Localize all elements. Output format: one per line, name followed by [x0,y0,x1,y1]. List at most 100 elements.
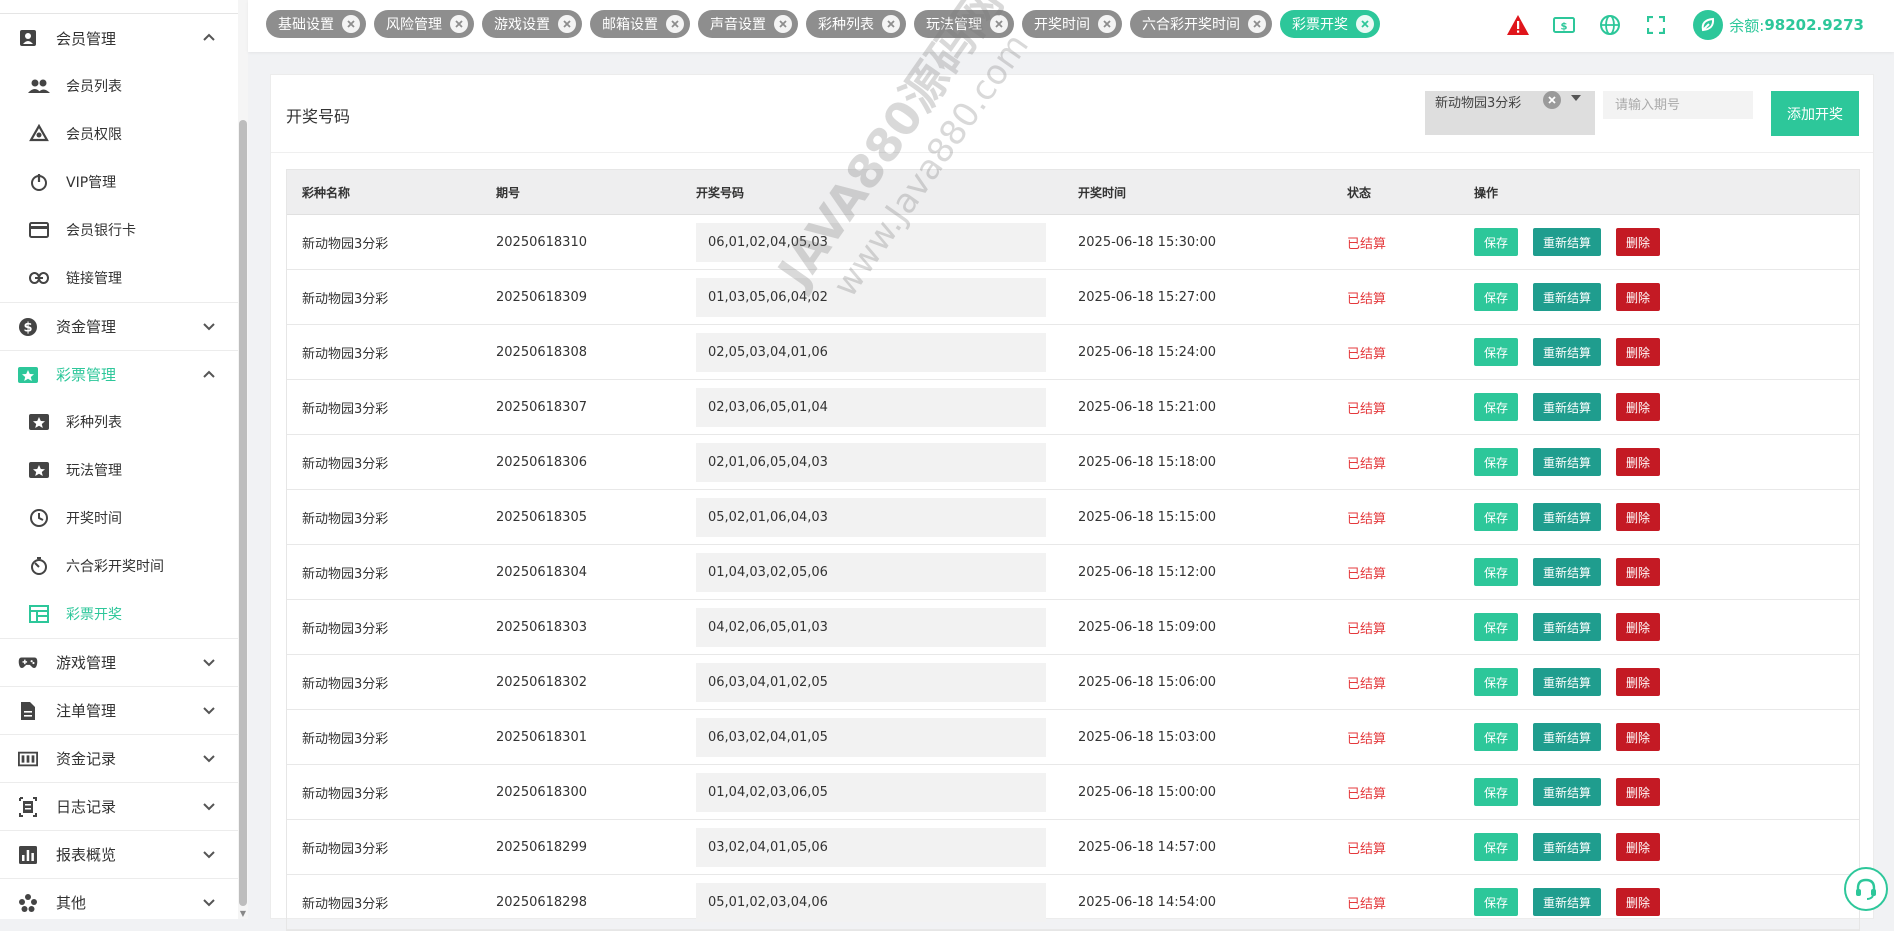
save-button[interactable]: 保存 [1474,723,1518,751]
save-button[interactable]: 保存 [1474,558,1518,586]
close-icon[interactable] [342,15,360,33]
save-button[interactable]: 保存 [1474,668,1518,696]
save-button[interactable]: 保存 [1474,503,1518,531]
tab-basic-settings[interactable]: 基础设置 [266,10,366,38]
delete-button[interactable]: 删除 [1616,778,1660,806]
delete-button[interactable]: 删除 [1616,833,1660,861]
close-icon[interactable] [450,15,468,33]
sidebar-item-mark-six-time[interactable]: 六合彩开奖时间 [0,542,238,590]
sidebar-item-play-rules[interactable]: 玩法管理 [0,446,238,494]
close-icon[interactable] [1248,15,1266,33]
tab-lottery-draw[interactable]: 彩票开奖 [1280,10,1380,38]
sidebar-group-logs[interactable]: 日志记录 [0,782,238,830]
delete-button[interactable]: 删除 [1616,723,1660,751]
sidebar-item-lottery-draw[interactable]: 彩票开奖 [0,590,238,638]
delete-button[interactable]: 删除 [1616,613,1660,641]
close-icon[interactable] [882,15,900,33]
sidebar-item-member-permission[interactable]: 会员权限 [0,110,238,158]
delete-button[interactable]: 删除 [1616,503,1660,531]
delete-button[interactable]: 删除 [1616,448,1660,476]
close-icon[interactable] [774,15,792,33]
close-icon[interactable] [666,15,684,33]
resettle-button[interactable]: 重新结算 [1533,503,1601,531]
draw-numbers-field[interactable]: 06,03,04,01,02,05 [696,663,1046,702]
sidebar-item-draw-time[interactable]: 开奖时间 [0,494,238,542]
sidebar-scroll-thumb[interactable] [239,120,247,906]
delete-button[interactable]: 删除 [1616,393,1660,421]
draw-numbers-field[interactable]: 01,04,03,02,05,06 [696,553,1046,592]
resettle-button[interactable]: 重新结算 [1533,448,1601,476]
delete-button[interactable]: 删除 [1616,228,1660,256]
scroll-down-arrow-icon[interactable]: ▼ [239,909,247,919]
sidebar-item-member-list[interactable]: 会员列表 [0,62,238,110]
resettle-button[interactable]: 重新结算 [1533,283,1601,311]
save-button[interactable]: 保存 [1474,283,1518,311]
resettle-button[interactable]: 重新结算 [1533,833,1601,861]
save-button[interactable]: 保存 [1474,228,1518,256]
delete-button[interactable]: 删除 [1616,558,1660,586]
customer-service-button[interactable] [1844,867,1888,911]
sidebar-group-other[interactable]: 其他 [0,878,238,919]
tab-sound-settings[interactable]: 声音设置 [698,10,798,38]
tab-mail-settings[interactable]: 邮箱设置 [590,10,690,38]
save-button[interactable]: 保存 [1474,338,1518,366]
sidebar-group-member[interactable]: 会员管理 [0,14,238,62]
globe-icon[interactable] [1597,12,1623,38]
lottery-select[interactable]: 新动物园3分彩 [1425,91,1595,135]
warning-icon[interactable] [1505,12,1531,38]
sidebar-item-bank-card[interactable]: 会员银行卡 [0,206,238,254]
cash-icon[interactable]: $ [1551,12,1577,38]
draw-numbers-field[interactable]: 05,02,01,06,04,03 [696,498,1046,537]
resettle-button[interactable]: 重新结算 [1533,778,1601,806]
sidebar-group-fund-records[interactable]: 资金记录 [0,734,238,782]
save-button[interactable]: 保存 [1474,778,1518,806]
tab-mark-six-time[interactable]: 六合彩开奖时间 [1130,10,1272,38]
resettle-button[interactable]: 重新结算 [1533,228,1601,256]
draw-numbers-field[interactable]: 02,01,06,05,04,03 [696,443,1046,482]
tab-game-settings[interactable]: 游戏设置 [482,10,582,38]
draw-numbers-field[interactable]: 02,05,03,04,01,06 [696,333,1046,372]
dropdown-arrow-icon[interactable] [1571,95,1581,101]
save-button[interactable]: 保存 [1474,888,1518,916]
resettle-button[interactable]: 重新结算 [1533,668,1601,696]
sidebar-scrollbar[interactable]: ▼ [238,0,248,919]
save-button[interactable]: 保存 [1474,833,1518,861]
sidebar-group-reports[interactable]: 报表概览 [0,830,238,878]
resettle-button[interactable]: 重新结算 [1533,613,1601,641]
sidebar-item-lottery-list[interactable]: 彩种列表 [0,398,238,446]
draw-numbers-field[interactable]: 01,04,02,03,06,05 [696,773,1046,812]
balance-display[interactable]: 余额: 98202.9273 [1693,10,1864,40]
close-icon[interactable] [1098,15,1116,33]
sidebar-group-lottery[interactable]: 彩票管理 [0,350,238,398]
draw-numbers-field[interactable]: 06,03,02,04,01,05 [696,718,1046,757]
clear-icon[interactable] [1543,91,1561,109]
fullscreen-icon[interactable] [1643,12,1669,38]
close-icon[interactable] [1356,15,1374,33]
draw-numbers-field[interactable]: 02,03,06,05,01,04 [696,388,1046,427]
delete-button[interactable]: 删除 [1616,888,1660,916]
close-icon[interactable] [558,15,576,33]
draw-numbers-field[interactable]: 04,02,06,05,01,03 [696,608,1046,647]
save-button[interactable]: 保存 [1474,448,1518,476]
sidebar-item-vip[interactable]: VIP管理 [0,158,238,206]
draw-numbers-field[interactable]: 01,03,05,06,04,02 [696,278,1046,317]
close-icon[interactable] [990,15,1008,33]
sidebar-group-bets[interactable]: 注单管理 [0,686,238,734]
save-button[interactable]: 保存 [1474,613,1518,641]
delete-button[interactable]: 删除 [1616,338,1660,366]
resettle-button[interactable]: 重新结算 [1533,558,1601,586]
period-search-input[interactable] [1603,91,1753,119]
tab-lottery-list[interactable]: 彩种列表 [806,10,906,38]
draw-numbers-field[interactable]: 03,02,04,01,05,06 [696,828,1046,867]
resettle-button[interactable]: 重新结算 [1533,723,1601,751]
tab-risk-management[interactable]: 风险管理 [374,10,474,38]
sidebar-group-funds[interactable]: $ 资金管理 [0,302,238,350]
draw-numbers-field[interactable]: 06,01,02,04,05,03 [696,223,1046,262]
tab-draw-time[interactable]: 开奖时间 [1022,10,1122,38]
sidebar-group-games[interactable]: 游戏管理 [0,638,238,686]
save-button[interactable]: 保存 [1474,393,1518,421]
draw-numbers-field[interactable]: 05,01,02,03,04,06 [696,883,1046,922]
add-draw-button[interactable]: 添加开奖 [1771,91,1859,136]
delete-button[interactable]: 删除 [1616,668,1660,696]
resettle-button[interactable]: 重新结算 [1533,338,1601,366]
